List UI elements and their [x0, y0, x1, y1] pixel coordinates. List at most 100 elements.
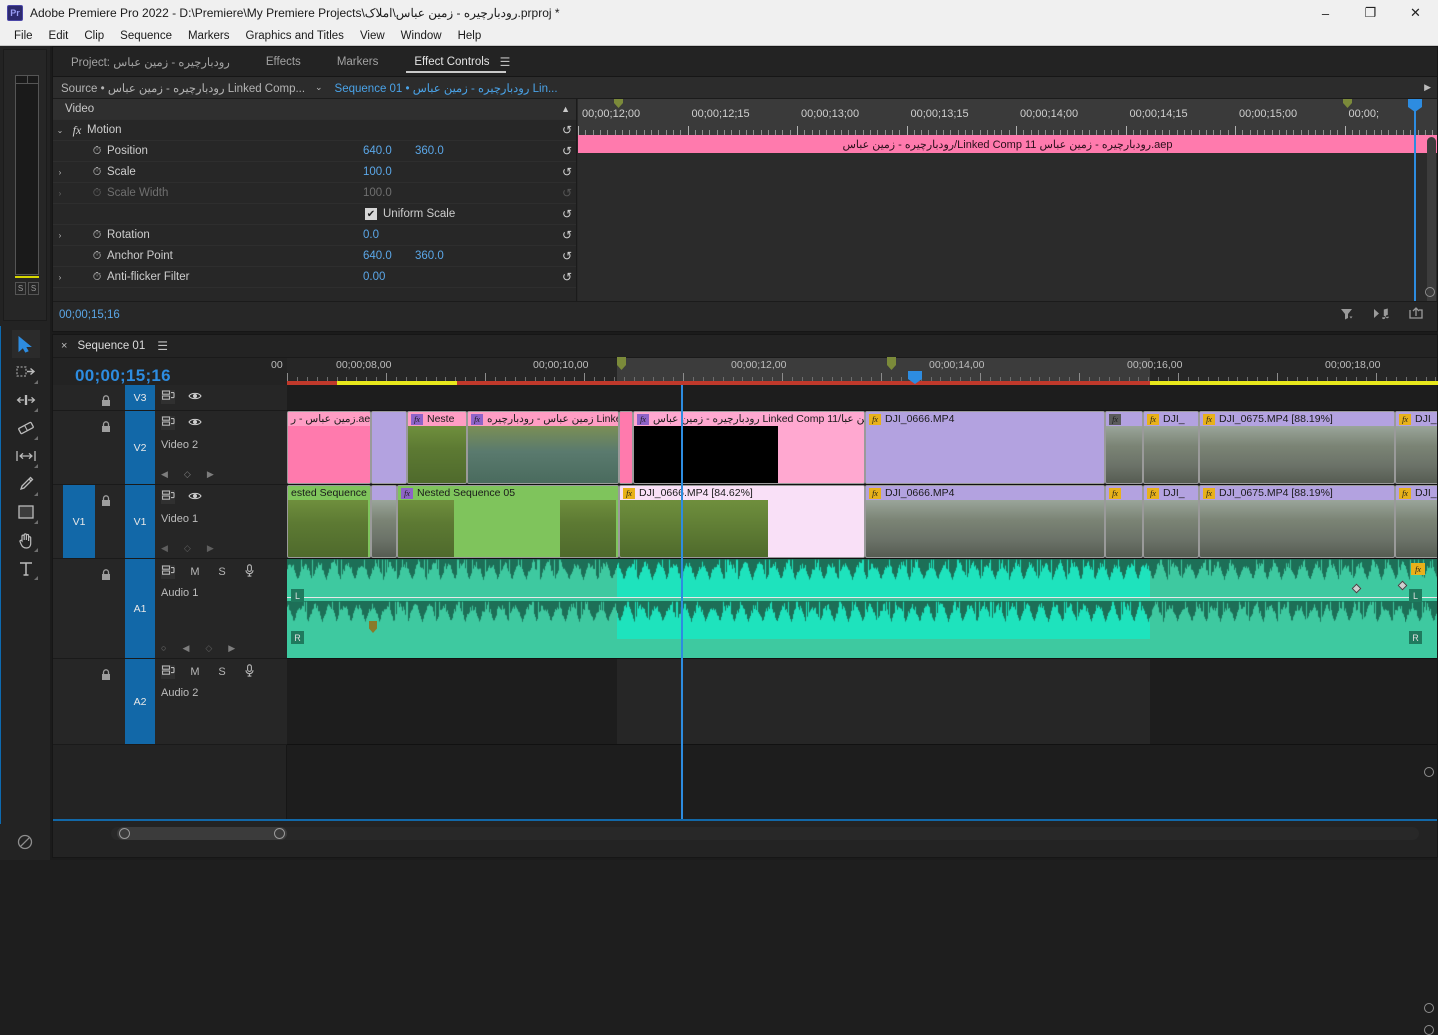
keyframe-play-icon[interactable] [1373, 307, 1389, 320]
track-mic-icon[interactable] [242, 564, 256, 580]
effect-controls-vscrollbar[interactable] [1427, 137, 1436, 301]
position-x-value[interactable]: 640.0 [363, 145, 392, 157]
menu-item-graphics-and-titles[interactable]: Graphics and Titles [238, 26, 352, 46]
play-arrow-icon[interactable]: ▶ [1418, 82, 1437, 93]
track-lock-icon[interactable] [101, 495, 111, 510]
timeline-clip[interactable]: fx DJI_0666.MP4 [865, 411, 1105, 484]
reset-icon[interactable]: ↺ [562, 249, 572, 263]
anti-flicker-stopwatch-icon[interactable]: ⏱ [87, 271, 107, 284]
track-visibility-eye-icon[interactable] [188, 417, 202, 430]
timeline-clip[interactable]: fx زمین عباس - رودبارچیره Linked C [467, 411, 619, 484]
razor-tool[interactable] [12, 414, 40, 442]
track-lock-icon[interactable] [101, 421, 111, 436]
timeline-clip[interactable]: fx Neste [407, 411, 467, 484]
next-keyframe-icon[interactable]: ▶ [207, 543, 214, 554]
effect-row-anchor-point[interactable]: ⏱ Anchor Point 640.0 360.0 ↺ [53, 246, 576, 267]
effect-row-uniform-scale[interactable]: ✔ Uniform Scale ↺ [53, 204, 576, 225]
track-toggle-v1[interactable]: V1 [125, 485, 155, 558]
menu-item-view[interactable]: View [352, 26, 393, 46]
pen-tool[interactable] [12, 470, 40, 498]
menu-item-file[interactable]: File [6, 26, 41, 46]
effect-row-rotation[interactable]: › ⏱ Rotation 0.0 ↺ [53, 225, 576, 246]
timeline-hscroll-thumb[interactable] [117, 827, 287, 840]
position-stopwatch-icon[interactable]: ⏱ [87, 145, 107, 158]
track-toggle-v3[interactable]: V3 [125, 385, 155, 410]
track-height-knob[interactable] [1424, 767, 1434, 777]
effect-row-scale[interactable]: › ⏱ Scale 100.0 ↺ [53, 162, 576, 183]
rectangle-tool[interactable] [12, 498, 40, 526]
voiceover-record-icon[interactable]: ○ [161, 643, 166, 654]
timeline-clip[interactable]: fx DJI_0675.MP4 [88.19%] [1199, 485, 1395, 558]
menu-item-edit[interactable]: Edit [41, 26, 77, 46]
reset-icon[interactable]: ↺ [562, 144, 572, 158]
reset-icon[interactable]: ↺ [562, 228, 572, 242]
track-lock-icon[interactable] [101, 669, 111, 684]
audio-clip[interactable] [287, 559, 617, 658]
next-keyframe-icon[interactable]: ▶ [207, 469, 214, 480]
rotation-twirl-icon[interactable]: › [53, 231, 67, 240]
timeline-hscroll-track[interactable] [111, 827, 1419, 840]
effect-controls-zoom-knob[interactable] [1425, 287, 1435, 297]
slip-tool[interactable] [12, 442, 40, 470]
effect-controls-timeline[interactable]: 00;00;12;00 00;00;12;15 00;00;13;00 00;00;1… [578, 99, 1437, 301]
ec-clip-handle-marker[interactable] [1343, 99, 1352, 108]
chevron-down-icon[interactable]: ⌄ [311, 82, 327, 93]
timeline-menu-icon[interactable]: ☰ [157, 339, 168, 353]
track-mute-button[interactable]: M [188, 566, 202, 578]
track-toggle-v2[interactable]: V2 [125, 411, 155, 484]
effect-controls-ruler[interactable]: 00;00;12;00 00;00;12;15 00;00;13;00 00;00;1… [578, 99, 1437, 135]
track-solo-button[interactable]: S [215, 666, 229, 678]
track-header-v3[interactable]: V3 [53, 385, 287, 411]
track-targeting-icon[interactable] [161, 565, 175, 579]
effect-row-position[interactable]: ⏱ Position 640.0 360.0 ↺ [53, 141, 576, 162]
audio-volume-rubber-band[interactable] [287, 597, 1437, 598]
timeline-clip[interactable]: fx DJI_ [1143, 485, 1199, 558]
track-targeting-icon[interactable] [161, 490, 175, 504]
track-content[interactable]: زمین عباس - ر.aep زمین عباسfxNestefxزمین… [287, 385, 1437, 819]
next-keyframe-icon[interactable]: ▶ [228, 643, 235, 654]
anchor-point-x-value[interactable]: 640.0 [363, 250, 392, 262]
audio-clip[interactable] [1150, 559, 1405, 658]
menu-item-clip[interactable]: Clip [76, 26, 112, 46]
anchor-point-y-value[interactable]: 360.0 [415, 250, 444, 262]
timeline-clip[interactable]: fx Nested Sequence 05 [397, 485, 619, 558]
ripple-edit-tool[interactable] [12, 386, 40, 414]
scale-stopwatch-icon[interactable]: ⏱ [87, 166, 107, 179]
keyframe-nav[interactable]: ◀ ◇ ▶ [161, 543, 214, 554]
timeline-clip[interactable]: fx DJI_0676 [1395, 485, 1437, 558]
source-patch-v1[interactable]: V1 [63, 485, 95, 558]
prev-keyframe-icon[interactable]: ◀ [182, 643, 189, 654]
add-keyframe-icon[interactable]: ◇ [184, 543, 191, 554]
track-header-v1[interactable]: V1 V1 Video 1 ◀ ◇ ▶ [53, 485, 287, 559]
add-keyframe-icon[interactable]: ◇ [205, 643, 212, 654]
menu-item-window[interactable]: Window [393, 26, 450, 46]
hand-tool[interactable] [12, 526, 40, 554]
close-icon[interactable]: × [61, 340, 67, 352]
prev-keyframe-icon[interactable]: ◀ [161, 543, 168, 554]
keyframe-nav[interactable]: ◀ ◇ ▶ [161, 469, 214, 480]
timeline-clip[interactable]: fx DJI_ [1143, 411, 1199, 484]
type-tool[interactable] [12, 554, 40, 582]
timeline-clip[interactable]: fx DJI_0675.MP4 [88.19%] [1199, 411, 1395, 484]
motion-twirl-icon[interactable]: ⌄ [53, 126, 67, 135]
collapse-icon[interactable]: ▲ [561, 104, 570, 114]
uniform-scale-checkbox[interactable]: ✔ [365, 208, 377, 220]
track-height-knob[interactable] [1424, 1025, 1434, 1035]
timeline-clip[interactable] [371, 411, 407, 484]
effect-row-anti-flicker[interactable]: › ⏱ Anti-flicker Filter 0.00 ↺ [53, 267, 576, 288]
track-targeting-icon[interactable] [161, 416, 175, 430]
audio-clip[interactable] [617, 559, 1150, 658]
track-toggle-a1[interactable]: A1 [125, 559, 155, 658]
track-row-v3[interactable] [287, 385, 1437, 411]
timeline-clip[interactable] [371, 485, 397, 558]
timeline-clip[interactable]: fx [1105, 485, 1143, 558]
track-select-forward-tool[interactable] [12, 358, 40, 386]
menu-item-markers[interactable]: Markers [180, 26, 238, 46]
anti-flicker-value[interactable]: 0.00 [363, 271, 385, 283]
minimize-button[interactable]: – [1303, 0, 1348, 26]
track-row-v2[interactable]: زمین عباس - ر.aep زمین عباسfxNestefxزمین… [287, 411, 1437, 485]
maximize-button[interactable]: ❐ [1348, 0, 1393, 26]
track-targeting-icon[interactable] [161, 665, 175, 679]
track-mute-button[interactable]: M [188, 666, 202, 678]
track-visibility-eye-icon[interactable] [188, 491, 202, 504]
